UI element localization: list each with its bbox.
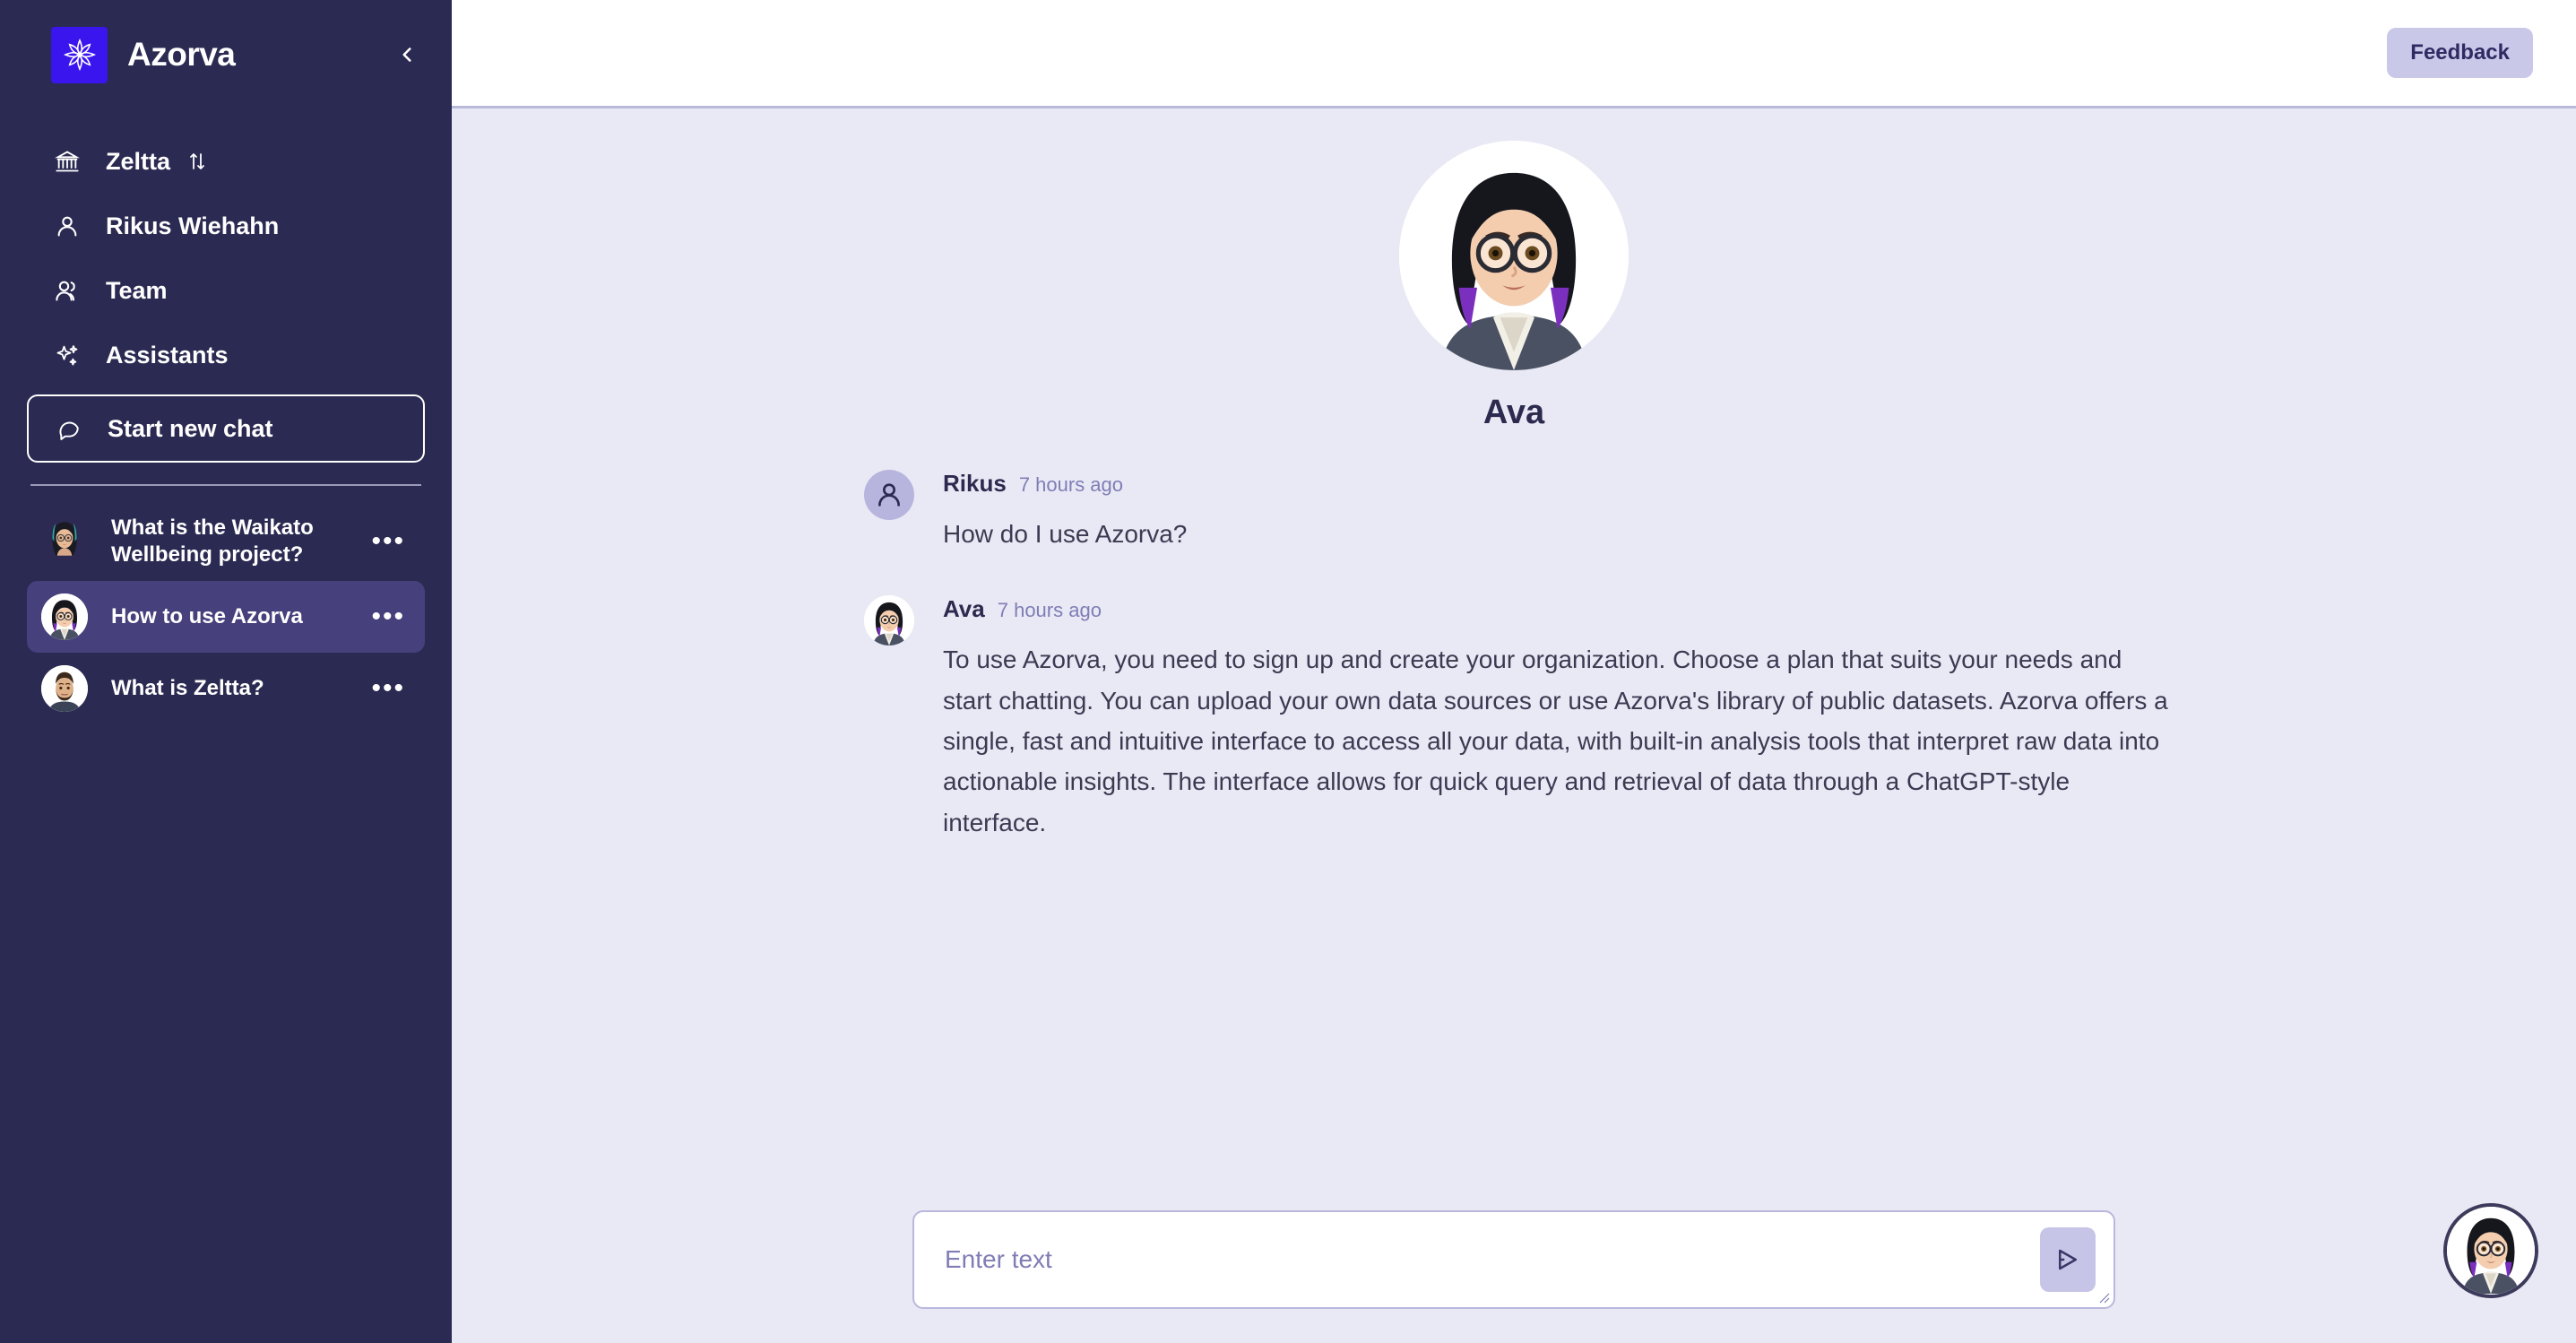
message-body: Rikus 7 hours ago How do I use Azorva?: [943, 470, 2173, 554]
azorva-logo-icon: [51, 26, 108, 83]
chat-history-title: How to use Azorva: [111, 604, 303, 628]
chat-history-list: What is the Waikato Wellbeing project? •…: [27, 502, 425, 724]
chevron-left-icon[interactable]: [389, 37, 425, 73]
chat-history-title: What is the Waikato Wellbeing project?: [111, 516, 314, 567]
resize-grip-icon[interactable]: [2096, 1290, 2111, 1304]
chat-options-menu-icon[interactable]: •••: [364, 603, 412, 630]
message-input[interactable]: [914, 1245, 2040, 1274]
chat-content: Ava Rikus 7 hours ago How do I use Azorv…: [452, 108, 2576, 1343]
feedback-button[interactable]: Feedback: [2387, 28, 2533, 78]
brand-name: Azorva: [127, 36, 236, 73]
sidebar-item-assistants[interactable]: Assistants: [27, 323, 425, 387]
chat-options-menu-icon[interactable]: •••: [364, 675, 412, 702]
sidebar-item-label: Zeltta: [106, 147, 171, 175]
assistant-avatar-icon: [864, 595, 914, 646]
message-meta: Ava 7 hours ago: [943, 595, 2173, 623]
assistant-header: Ava: [452, 141, 2576, 432]
sidebar-nav: Zeltta Rikus Wiehahn Team Assistants: [27, 129, 425, 387]
message-author: Rikus: [943, 470, 1007, 497]
user-avatar-icon: [864, 470, 914, 520]
start-new-chat-label: Start new chat: [108, 414, 273, 442]
message-list: Rikus 7 hours ago How do I use Azorva? A…: [855, 470, 2173, 884]
main-panel: Feedback Ava Rikus 7 hours ago How do I …: [452, 0, 2576, 1343]
start-new-chat-button[interactable]: Start new chat: [27, 394, 425, 463]
sidebar-divider: [30, 484, 421, 486]
sidebar-item-team[interactable]: Team: [27, 258, 425, 323]
message-text: To use Azorva, you need to sign up and c…: [943, 646, 2168, 836]
assistant-launcher-button[interactable]: [2443, 1203, 2538, 1298]
message-item: Ava 7 hours ago To use Azorva, you need …: [864, 595, 2173, 843]
swap-vertical-icon[interactable]: [186, 151, 208, 172]
sidebar-item-label: Team: [106, 276, 168, 304]
sidebar-brand: Azorva: [27, 0, 425, 109]
sidebar-item-zeltta[interactable]: Zeltta: [27, 129, 425, 194]
composer-area: [452, 1210, 2576, 1309]
sparkles-icon: [52, 340, 82, 370]
sidebar: Azorva Zeltta Rikus Wiehahn Team Assista…: [0, 0, 452, 1343]
message-timestamp: 7 hours ago: [997, 599, 1102, 622]
message-text: How do I use Azorva?: [943, 520, 1188, 548]
chat-avatar-icon: [41, 665, 88, 712]
assistant-name: Ava: [1482, 394, 1545, 431]
message-body: Ava 7 hours ago To use Azorva, you need …: [943, 595, 2173, 843]
app-root: Azorva Zeltta Rikus Wiehahn Team Assista…: [0, 0, 2576, 1343]
message-author: Ava: [943, 595, 985, 623]
send-button[interactable]: [2040, 1227, 2096, 1292]
user-icon: [52, 211, 82, 241]
chat-bubble-icon: [54, 413, 84, 444]
message-meta: Rikus 7 hours ago: [943, 470, 2173, 498]
chat-history-item-selected[interactable]: How to use Azorva •••: [27, 581, 425, 653]
topbar: Feedback: [452, 0, 2576, 108]
chat-history-title: What is Zeltta?: [111, 676, 264, 700]
chat-avatar-icon: [41, 518, 88, 565]
assistant-avatar: [1399, 141, 1629, 370]
sidebar-item-label: Rikus Wiehahn: [106, 212, 280, 239]
sidebar-item-label: Assistants: [106, 341, 229, 368]
message-item: Rikus 7 hours ago How do I use Azorva?: [864, 470, 2173, 554]
chat-history-item[interactable]: What is the Waikato Wellbeing project? •…: [27, 502, 425, 581]
bank-icon: [52, 146, 82, 177]
sidebar-item-rikus-wiehahn[interactable]: Rikus Wiehahn: [27, 194, 425, 258]
composer: [912, 1210, 2115, 1309]
chat-options-menu-icon[interactable]: •••: [364, 528, 412, 555]
chat-avatar-icon: [41, 594, 88, 640]
users-icon: [52, 275, 82, 306]
message-timestamp: 7 hours ago: [1018, 473, 1124, 496]
chat-history-item[interactable]: What is Zeltta? •••: [27, 653, 425, 724]
